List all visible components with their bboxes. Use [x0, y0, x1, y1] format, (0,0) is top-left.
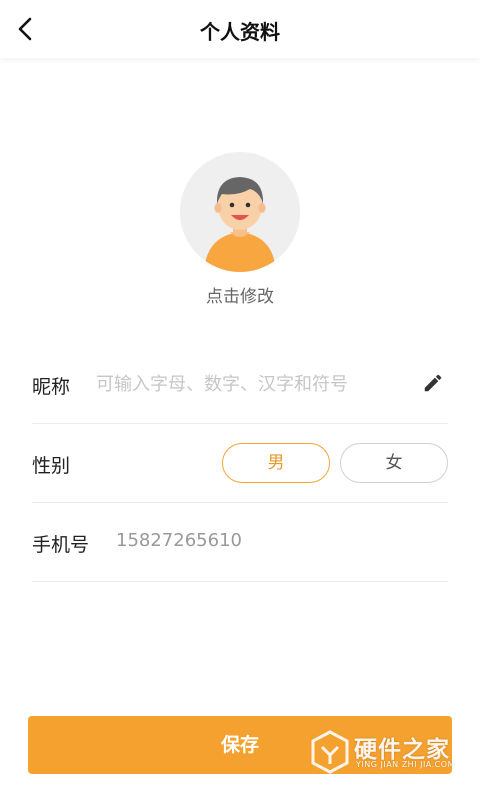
top-bar: 个人资料	[0, 0, 480, 58]
phone-label: 手机号	[32, 534, 90, 556]
nickname-row: 昵称	[32, 346, 448, 424]
watermark-logo-icon	[310, 730, 350, 774]
phone-value: 15827265610	[116, 530, 242, 551]
pencil-icon	[424, 374, 442, 392]
phone-row: 手机号 15827265610	[32, 504, 448, 582]
gender-label: 性别	[32, 455, 71, 477]
user-avatar-icon	[180, 152, 300, 272]
watermark-subtitle: YING JIAN ZHI JIA.COM	[356, 760, 455, 769]
page-title: 个人资料	[200, 20, 280, 44]
watermark-title: 硬件之家	[354, 737, 450, 763]
watermark: 硬件之家 YING JIAN ZHI JIA.COM	[310, 726, 470, 780]
nickname-input[interactable]	[96, 366, 416, 402]
gender-female-button[interactable]: 女	[340, 443, 448, 483]
change-avatar-link[interactable]: 点击修改	[0, 282, 480, 307]
edit-nickname-button[interactable]	[422, 372, 444, 394]
gender-male-button[interactable]: 男	[222, 443, 330, 483]
gender-row: 性别 男 女	[32, 425, 448, 503]
avatar-button[interactable]	[180, 152, 300, 272]
nickname-label: 昵称	[32, 376, 71, 398]
